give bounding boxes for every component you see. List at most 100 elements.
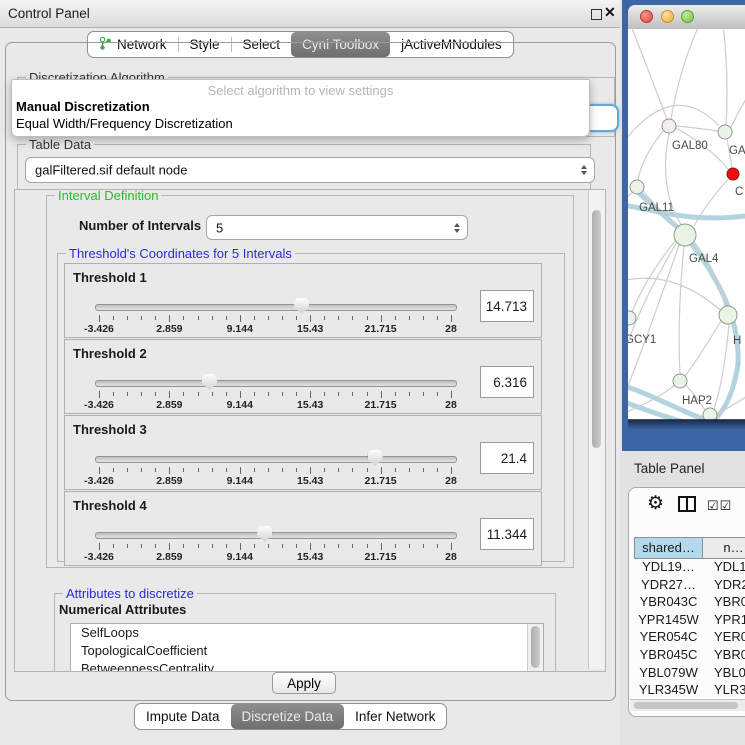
horizontal-scrollbar[interactable] [630, 699, 745, 711]
slider-tick [212, 316, 213, 320]
slider-tick [381, 543, 382, 550]
gear-icon[interactable]: ⚙ [647, 492, 664, 515]
threshold-value-field[interactable]: 21.4 [480, 442, 534, 474]
slider-tick [338, 468, 339, 472]
table-data-combobox[interactable]: galFiltered.sif default node [25, 157, 595, 183]
tab-discretize-data[interactable]: Discretize Data [231, 704, 345, 729]
attribute-item[interactable]: BetweennessCentrality [71, 660, 543, 672]
checkbox-icon[interactable]: ☑ [707, 498, 720, 513]
slider-tick-label: 28 [445, 551, 457, 563]
numerical-attributes-listbox[interactable]: SelfLoopsTopologicalCoefficientBetweenne… [70, 623, 544, 672]
slider-thumb[interactable] [257, 526, 272, 542]
slider-tick [198, 316, 199, 320]
slider-tick-label: 9.144 [227, 323, 253, 335]
dropdown-option-equal-width[interactable]: Equal Width/Frequency Discretization [12, 116, 589, 131]
attribute-item[interactable]: TopologicalCoefficient [71, 642, 543, 660]
slider-thumb[interactable] [202, 374, 217, 390]
slider-tick [198, 468, 199, 472]
threshold-slider[interactable]: -3.4262.8599.14415.4321.71528 [95, 298, 455, 336]
network-graph[interactable]: GAL80GACGAL11GAL4GCY1HHAP2 [628, 29, 745, 420]
slider-tick [367, 544, 368, 548]
column-split-icon[interactable] [678, 496, 696, 517]
column-header-shared-name[interactable]: shared… [634, 537, 703, 559]
close-button[interactable] [640, 10, 653, 23]
threshold-value-field[interactable]: 14.713 [480, 290, 534, 322]
slider-tick [127, 392, 128, 396]
threshold-slider[interactable]: -3.4262.8599.14415.4321.71528 [95, 526, 455, 564]
slider-tick-label: -3.426 [84, 323, 114, 335]
dropdown-option-manual[interactable]: Manual Discretization [12, 99, 589, 114]
network-node[interactable] [673, 374, 687, 388]
cell-shared-name: YBR043C [634, 594, 703, 612]
tab-impute-data[interactable]: Impute Data [135, 704, 231, 729]
slider-tick [99, 543, 100, 550]
table-row[interactable]: YBR043CYBR0 [634, 594, 745, 612]
vertical-scrollbar-thumb[interactable] [592, 210, 601, 448]
threshold-value-field[interactable]: 11.344 [480, 518, 534, 550]
network-node[interactable] [727, 168, 739, 180]
slider-tick [451, 315, 452, 322]
table-row[interactable]: YDR27…YDR2 [634, 577, 745, 595]
float-window-icon[interactable] [591, 9, 602, 20]
cell-shared-name: YBL079W [634, 665, 703, 683]
list-scrollbar[interactable] [527, 624, 543, 672]
slider-tick [127, 544, 128, 548]
slider-tick [324, 392, 325, 396]
cell-name: YDR2 [703, 577, 745, 595]
network-edge [638, 130, 664, 180]
slider-tick-label: 2.859 [156, 551, 182, 563]
table-row[interactable]: YPR145WYPR1 [634, 612, 745, 630]
threshold-slider[interactable]: -3.4262.8599.14415.4321.71528 [95, 374, 455, 412]
slider-tick [254, 544, 255, 548]
slider-tick [437, 392, 438, 396]
slider-tick [409, 544, 410, 548]
network-canvas[interactable]: GAL80GACGAL11GAL4GCY1HHAP2 [628, 29, 745, 420]
table-row[interactable]: YER054CYER0 [634, 629, 745, 647]
close-icon[interactable]: ✕ [604, 4, 616, 21]
slider-tick-label: 2.859 [156, 323, 182, 335]
threshold-slider[interactable]: -3.4262.8599.14415.4321.71528 [95, 450, 455, 488]
slider-thumb[interactable] [368, 450, 383, 466]
slider-tick [451, 543, 452, 550]
app-root: Control Panel ✕ Network [0, 0, 745, 745]
numerical-attributes-list: SelfLoopsTopologicalCoefficientBetweenne… [71, 624, 543, 672]
network-node[interactable] [674, 224, 696, 246]
combobox-value: 5 [216, 220, 223, 235]
slider-tick [169, 467, 170, 474]
network-edge [632, 240, 676, 312]
slider-tick [226, 392, 227, 396]
network-node[interactable] [718, 125, 732, 139]
column-header-name[interactable]: n… [703, 537, 745, 559]
list-scrollbar-thumb[interactable] [531, 626, 540, 668]
table-row[interactable]: YBR045CYBR0 [634, 647, 745, 665]
slider-tick [409, 468, 410, 472]
threshold-value-field[interactable]: 6.316 [480, 366, 534, 398]
table-row[interactable]: YDL19…YDL1 [634, 559, 745, 577]
slider-tick [212, 392, 213, 396]
network-node[interactable] [662, 119, 676, 133]
slider-tick-label: 2.859 [156, 399, 182, 411]
table-row[interactable]: YBL079WYBL0 [634, 665, 745, 683]
slider-tick [423, 392, 424, 396]
slider-tick-label: 21.715 [365, 323, 397, 335]
checkbox-icons[interactable]: ☑☑ [707, 498, 732, 514]
vertical-scrollbar[interactable] [588, 190, 605, 669]
tab-infer-network[interactable]: Infer Network [344, 704, 446, 729]
cell-shared-name: YER054C [634, 629, 703, 647]
apply-button[interactable]: Apply [272, 672, 336, 694]
table-row[interactable]: YLR345WYLR3 [634, 682, 745, 699]
threshold-panel: Threshold 2-3.4262.8599.14415.4321.71528… [64, 339, 542, 414]
slider-tick [423, 468, 424, 472]
zoom-button[interactable] [681, 10, 694, 23]
horizontal-scrollbar-thumb[interactable] [634, 702, 738, 709]
checkbox-icon[interactable]: ☑ [720, 498, 733, 513]
settings-scrollpane: Interval Definition Number of Intervals … [14, 189, 606, 672]
network-edge-thick [628, 401, 684, 420]
slider-tick [395, 392, 396, 396]
minimize-button[interactable] [661, 10, 674, 23]
attribute-item[interactable]: SelfLoops [71, 624, 543, 642]
network-node[interactable] [719, 306, 737, 324]
number-of-intervals-combobox[interactable]: 5 [206, 215, 468, 240]
slider-thumb[interactable] [294, 298, 309, 314]
network-node[interactable] [630, 180, 644, 194]
